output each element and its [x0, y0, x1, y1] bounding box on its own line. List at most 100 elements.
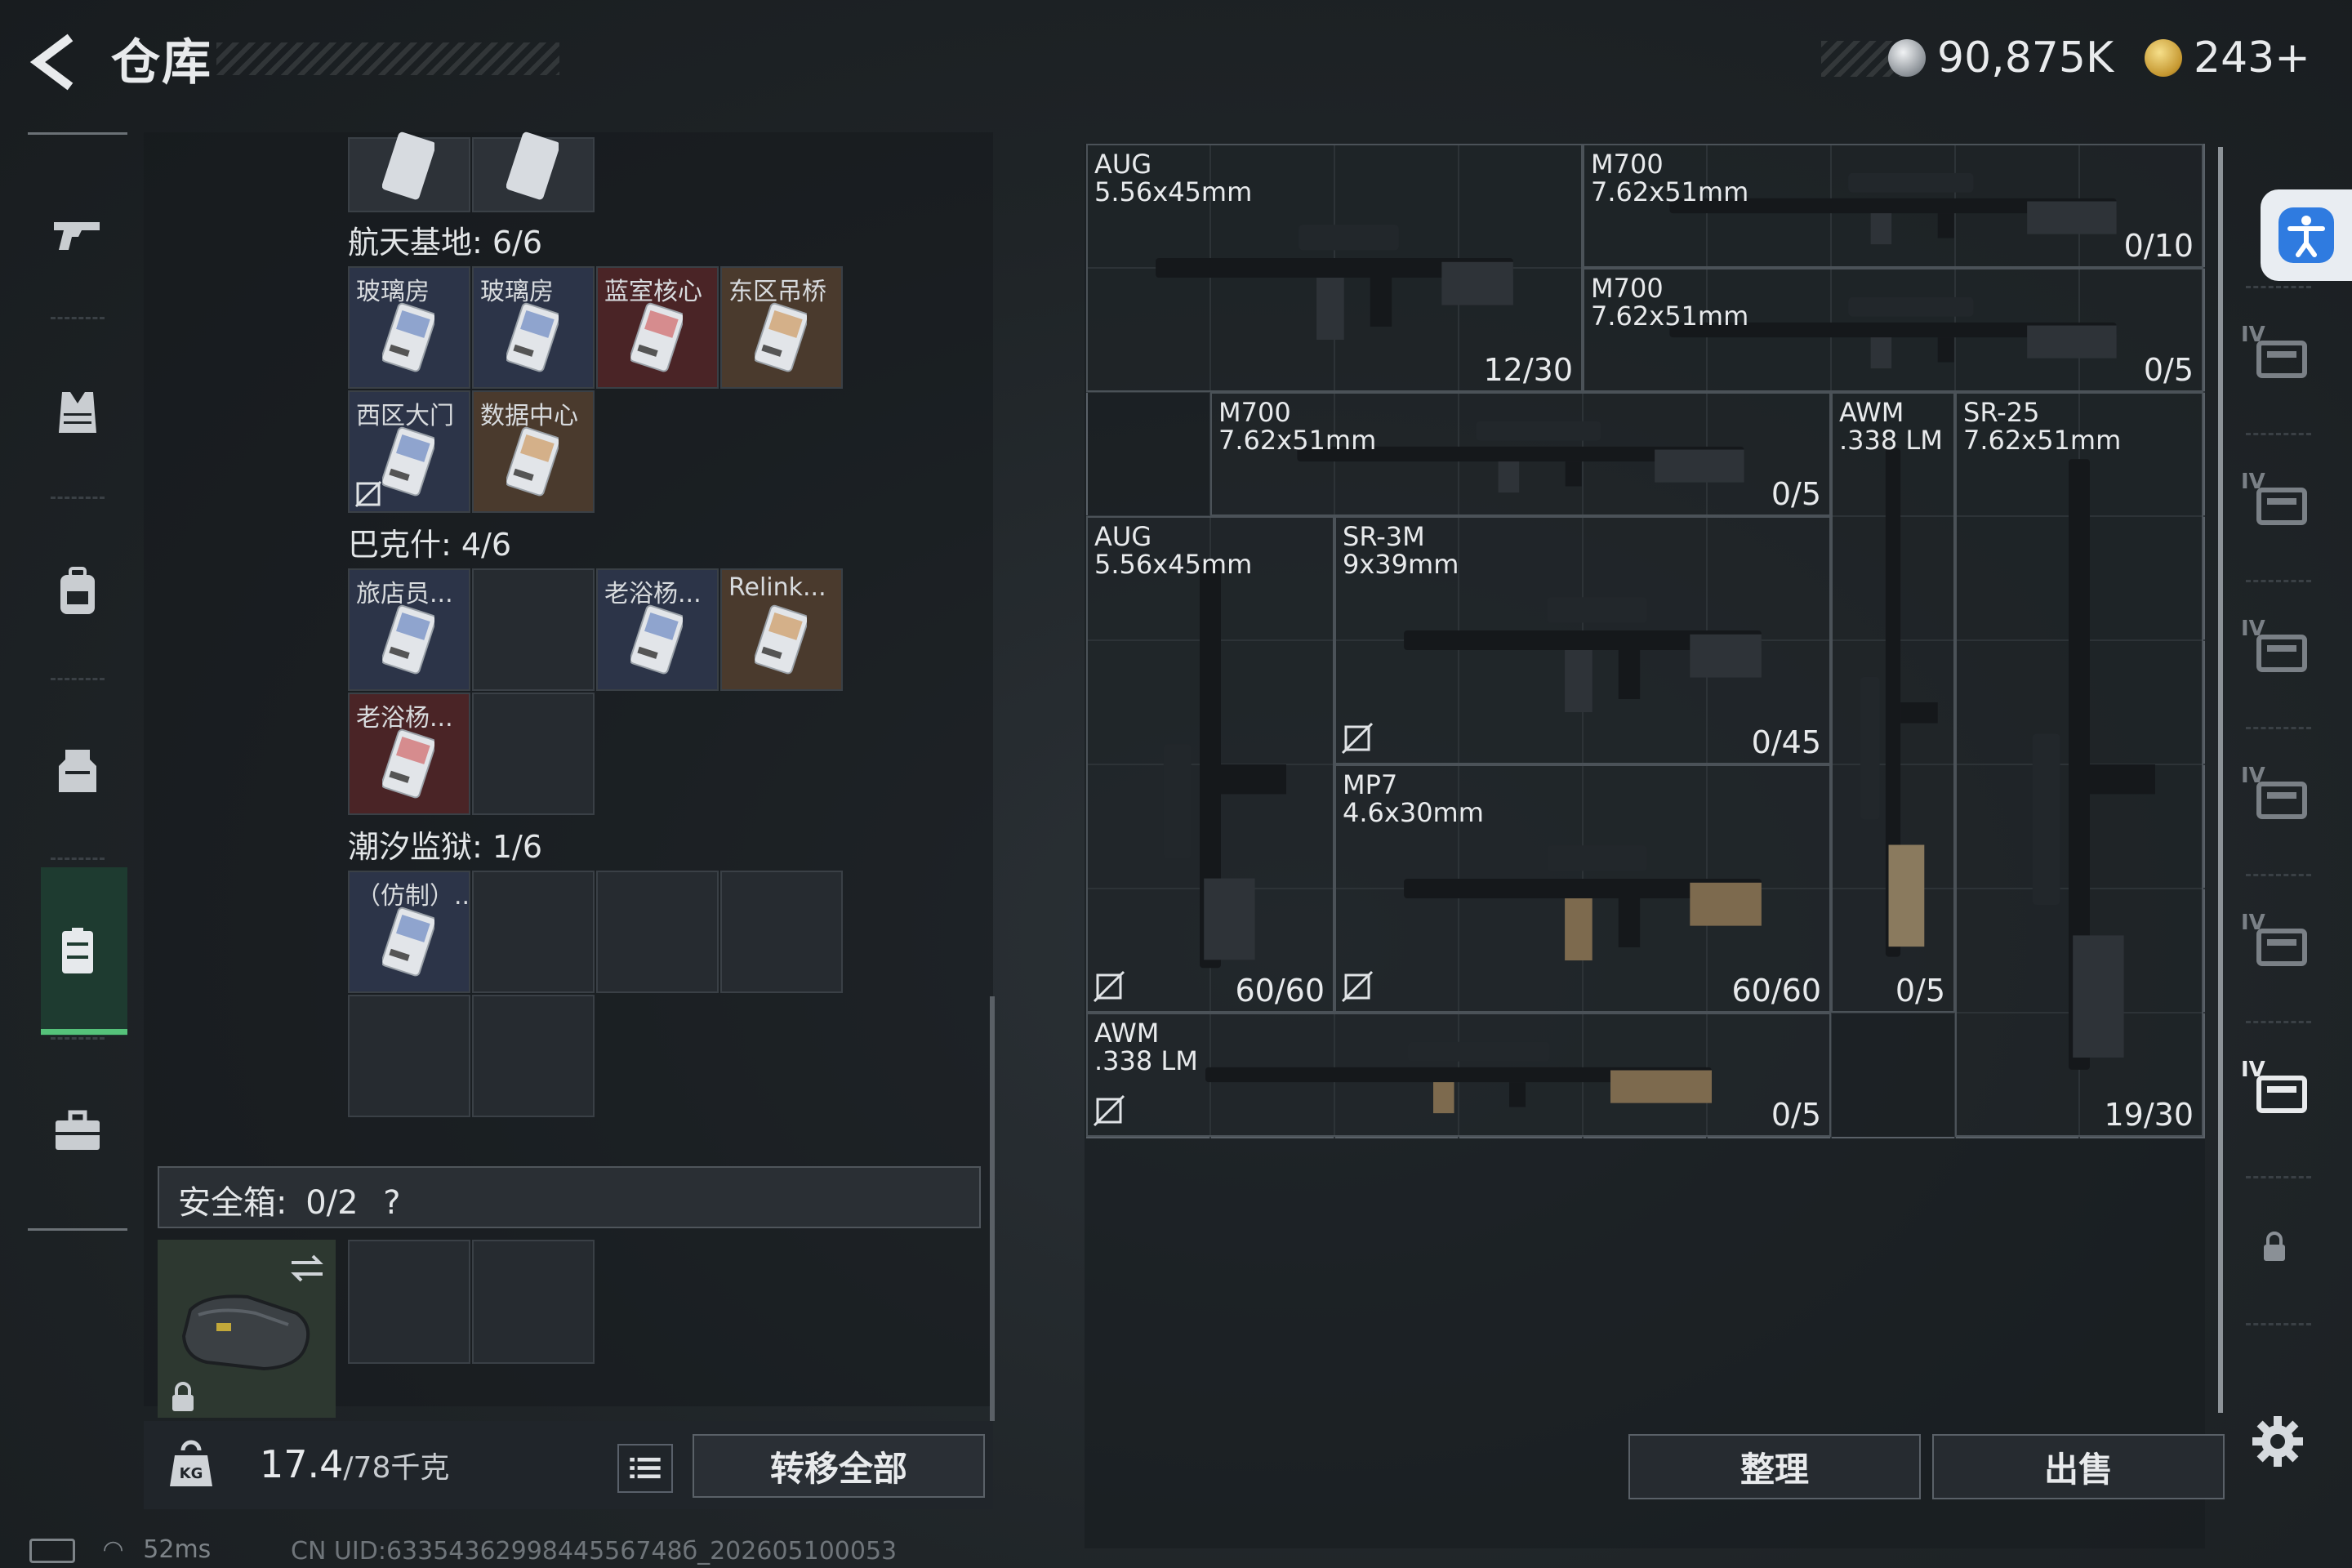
- ammo-count: 0/5: [1771, 476, 1821, 512]
- keycard-icon: [382, 426, 434, 497]
- weapon-item[interactable]: AUG5.56x45mm 12/30: [1086, 144, 1583, 392]
- keycard-item[interactable]: Relink...: [720, 568, 843, 691]
- silver-amount: 90,875K: [1937, 33, 2114, 82]
- weapon-caliber: 4.6x30mm: [1343, 797, 1484, 828]
- rail-divider: [2246, 1176, 2311, 1178]
- weapon-item[interactable]: AWM.338 LM 0/5: [1831, 392, 1955, 1013]
- sell-button[interactable]: 出售: [1932, 1434, 2225, 1499]
- keycard-icon: [382, 302, 434, 372]
- keycard-name: 玻璃房: [356, 278, 430, 306]
- settings-gear-icon[interactable]: [2249, 1413, 2306, 1470]
- keycard-item[interactable]: 老浴杨...: [596, 568, 719, 691]
- safe-box-slot[interactable]: [158, 1240, 336, 1418]
- weapon-item[interactable]: M7007.62x51mm 0/5: [1583, 268, 2203, 392]
- weapon-item[interactable]: SR-3M9x39mm 0/45: [1334, 516, 1831, 764]
- weapon-caliber: .338 LM: [1839, 425, 1943, 456]
- document-filter-icon[interactable]: IV: [2238, 612, 2319, 686]
- scrollbar[interactable]: [990, 996, 995, 1421]
- inventory-slot[interactable]: [472, 131, 595, 212]
- rail-divider: [2246, 1021, 2311, 1023]
- empty-inventory-slot[interactable]: [596, 871, 719, 993]
- container-filter-icon[interactable]: IV: [2238, 466, 2319, 539]
- weapon-caliber: 7.62x51mm: [1963, 425, 2121, 456]
- empty-inventory-slot[interactable]: [472, 568, 595, 691]
- safe-box-empty-slot[interactable]: [348, 1240, 470, 1364]
- weapon-caliber: 7.62x51mm: [1591, 301, 1748, 332]
- wifi-icon: ◠: [102, 1535, 124, 1564]
- storage-locker-icon[interactable]: [49, 923, 106, 980]
- silver-currency: 90,875K: [1888, 29, 2114, 87]
- empty-inventory-slot[interactable]: [472, 995, 595, 1117]
- silver-coin-icon: [1888, 39, 1926, 77]
- weapon-item[interactable]: M7007.62x51mm 0/5: [1210, 392, 1831, 516]
- chest-rig-icon[interactable]: [49, 743, 106, 800]
- gold-currency[interactable]: 243+: [2145, 29, 2310, 87]
- weapon-item[interactable]: AWM.338 LM 0/5: [1086, 1013, 1831, 1137]
- armor-filter-icon[interactable]: IV: [2238, 760, 2319, 833]
- empty-inventory-slot[interactable]: [472, 693, 595, 815]
- weapon-item[interactable]: AUG5.56x45mm 60/60: [1086, 516, 1334, 1013]
- weapon-item[interactable]: SR-257.62x51mm 19/30: [1955, 392, 2203, 1137]
- ammo-count: 0/5: [1895, 973, 1945, 1009]
- swap-icon[interactable]: [288, 1251, 326, 1285]
- weight-capacity: /78千克: [343, 1451, 450, 1485]
- sidebar-bottom-line: [28, 1228, 127, 1231]
- accessibility-button[interactable]: [2261, 189, 2352, 281]
- keycard-item[interactable]: 玻璃房: [472, 266, 595, 389]
- weapon-grid: AUG5.56x45mm12/30M7007.62x51mm0/10M7007.…: [1086, 144, 2205, 1138]
- gun-icon[interactable]: [49, 204, 106, 261]
- keycard-icon: [506, 426, 559, 497]
- keycard-item[interactable]: 玻璃房: [348, 266, 470, 389]
- inventory-slot[interactable]: [348, 131, 470, 212]
- helmet-filter-icon[interactable]: IV: [2238, 906, 2319, 980]
- weight-readout: 17.4/78千克: [260, 1442, 449, 1486]
- sort-button[interactable]: 整理: [1628, 1434, 1921, 1499]
- list-view-icon[interactable]: [617, 1444, 673, 1493]
- keycard-item[interactable]: 西区大门: [348, 390, 470, 513]
- weapon-name: M700: [1218, 397, 1291, 428]
- keycard-item[interactable]: （仿制）...: [348, 871, 470, 993]
- section-title: 航天基地: 6/6: [348, 225, 543, 261]
- keycard-item[interactable]: 东区吊桥: [720, 266, 843, 389]
- rig-filter-icon[interactable]: IV: [2238, 1054, 2319, 1127]
- armor-vest-icon[interactable]: [49, 384, 106, 441]
- section-title: 巴克什: 4/6: [348, 527, 512, 563]
- keycard-name: 旅店员...: [356, 580, 453, 608]
- keycard-item[interactable]: 蓝室核心: [596, 266, 719, 389]
- weapon-name: AUG: [1094, 521, 1152, 552]
- keycard-item[interactable]: 数据中心: [472, 390, 595, 513]
- keycard-name: （仿制）...: [356, 882, 469, 911]
- user-uid: CN UID:6335436299844556748б_202605100053: [291, 1537, 898, 1566]
- empty-inventory-slot[interactable]: [348, 995, 470, 1117]
- backpack-icon[interactable]: [49, 564, 106, 621]
- title-decoration: [216, 42, 559, 75]
- weapon-name: AWM: [1839, 397, 1904, 428]
- battery-icon: [29, 1538, 75, 1563]
- network-status: ◠ 52ms: [29, 1535, 211, 1564]
- rail-divider: [2246, 286, 2311, 288]
- safe-box-empty-slot[interactable]: [472, 1240, 595, 1364]
- keycard-icon: [755, 302, 807, 372]
- transfer-all-button[interactable]: 转移全部: [693, 1434, 985, 1498]
- keycard-name: Relink...: [728, 573, 826, 602]
- empty-inventory-slot[interactable]: [472, 871, 595, 993]
- medkit-filter-icon[interactable]: IV: [2238, 318, 2319, 392]
- rail-scrollbar[interactable]: [2218, 147, 2223, 1413]
- weapon-caliber: 9x39mm: [1343, 549, 1459, 580]
- keycard-name: 蓝室核心: [604, 278, 702, 306]
- briefcase-icon[interactable]: [49, 1102, 106, 1160]
- back-arrow-icon[interactable]: [24, 29, 90, 95]
- help-icon[interactable]: ?: [383, 1184, 400, 1222]
- insured-icon: [1093, 970, 1125, 1003]
- empty-inventory-slot[interactable]: [720, 871, 843, 993]
- keycard-item[interactable]: 旅店员...: [348, 568, 470, 691]
- weapon-item[interactable]: MP74.6x30mm 60/60: [1334, 764, 1831, 1013]
- gold-coin-icon: [2145, 39, 2182, 77]
- rail-divider: [2246, 433, 2311, 435]
- keycard-item[interactable]: 老浴杨...: [348, 693, 470, 815]
- svg-text:KG: KG: [180, 1465, 203, 1482]
- accessibility-icon: [2278, 207, 2334, 263]
- weapon-item[interactable]: M7007.62x51mm 0/10: [1583, 144, 2203, 268]
- keycard-icon: [506, 302, 559, 372]
- safe-box-title: 安全箱:: [178, 1184, 287, 1222]
